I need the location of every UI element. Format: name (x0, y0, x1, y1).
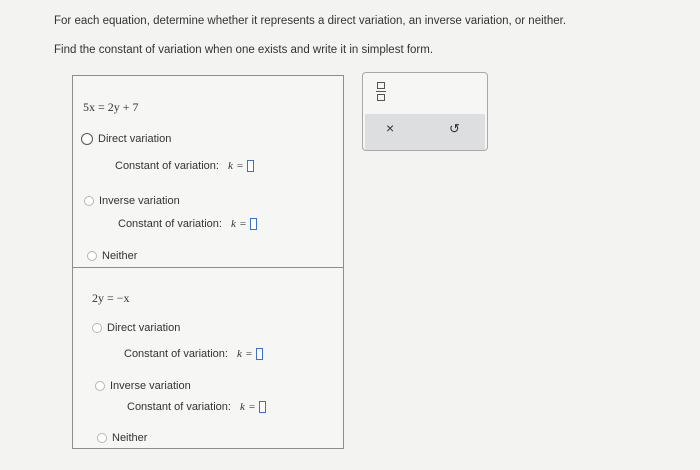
equals-sign: = (239, 218, 247, 230)
radio-button[interactable] (87, 251, 97, 261)
constant-label: Constant of variation: (124, 348, 228, 360)
equation-1: 5x = 2y + 7 (83, 100, 139, 114)
radio-button[interactable] (95, 381, 105, 391)
instruction-line-2: Find the constant of variation when one … (54, 44, 434, 56)
fraction-icon[interactable] (375, 81, 387, 103)
option-label: Neither (102, 250, 138, 262)
k-symbol: k (230, 218, 236, 230)
math-toolbar: × ↺ (362, 72, 488, 151)
undo-icon[interactable]: ↺ (449, 121, 460, 137)
direct-constant-answer-box-2[interactable] (256, 348, 264, 360)
constant-label: Constant of variation: (115, 160, 219, 172)
constant-label: Constant of variation: (118, 218, 222, 230)
option-inverse-variation-1[interactable]: Inverse variation (84, 195, 180, 207)
option-inverse-variation-2[interactable]: Inverse variation (95, 380, 191, 392)
direct-constant-row-2: Constant of variation: k = (124, 348, 264, 360)
question-panel-1: 5x = 2y + 7 Direct variation Constant of… (72, 75, 344, 268)
option-label: Inverse variation (110, 380, 191, 392)
option-label: Neither (112, 432, 148, 444)
option-direct-variation-1[interactable]: Direct variation (81, 133, 171, 145)
option-neither-2[interactable]: Neither (97, 432, 147, 444)
instruction-line-1: For each equation, determine whether it … (54, 15, 567, 27)
constant-label: Constant of variation: (127, 401, 231, 413)
radio-button[interactable] (84, 196, 94, 206)
equals-sign: = (236, 160, 244, 172)
question-panel-2: 2y = −x Direct variation Constant of var… (72, 267, 344, 449)
option-neither-1[interactable]: Neither (87, 250, 137, 262)
option-label: Direct variation (98, 133, 172, 145)
inverse-constant-row-2: Constant of variation: k = (127, 401, 267, 413)
radio-button[interactable] (97, 433, 107, 443)
equals-sign: = (248, 401, 256, 413)
inverse-constant-answer-box-1[interactable] (250, 218, 258, 230)
inverse-constant-row-1: Constant of variation: k = (118, 218, 258, 230)
k-symbol: k (236, 348, 242, 360)
toolbar-action-strip: × ↺ (365, 114, 485, 150)
direct-constant-row-1: Constant of variation: k = (115, 160, 255, 172)
radio-button[interactable] (81, 133, 93, 145)
option-direct-variation-2[interactable]: Direct variation (92, 322, 180, 334)
clear-icon[interactable]: × (386, 120, 394, 136)
k-symbol: k (239, 401, 245, 413)
option-label: Direct variation (107, 322, 181, 334)
option-label: Inverse variation (99, 195, 180, 207)
equals-sign: = (245, 348, 253, 360)
direct-constant-answer-box-1[interactable] (247, 160, 255, 172)
inverse-constant-answer-box-2[interactable] (259, 401, 267, 413)
radio-button[interactable] (92, 323, 102, 333)
k-symbol: k (227, 160, 233, 172)
equation-2: 2y = −x (92, 291, 130, 305)
